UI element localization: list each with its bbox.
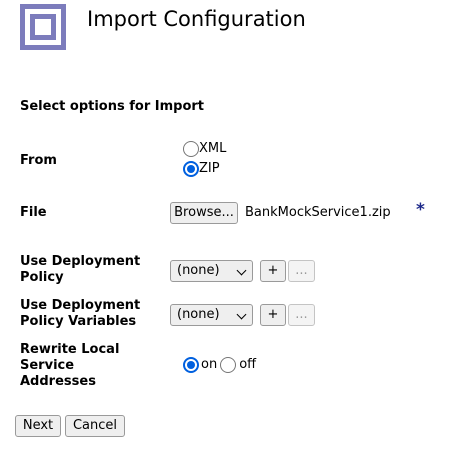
- deployment-policy-variables-more-button[interactable]: ...: [288, 304, 315, 326]
- deployment-policy-selected: (none): [177, 263, 220, 278]
- browse-button[interactable]: Browse...: [170, 202, 238, 224]
- deployment-policy-label: Use Deployment Policy: [20, 254, 141, 285]
- cancel-button[interactable]: Cancel: [65, 415, 125, 437]
- import-configuration-page: Import Configuration Select options for …: [0, 0, 454, 459]
- radio-on-label: on: [201, 357, 218, 372]
- from-option-zip[interactable]: ZIP: [183, 161, 220, 177]
- file-label: File: [20, 205, 47, 220]
- radio-zip[interactable]: [183, 161, 199, 177]
- radio-zip-label: ZIP: [199, 161, 220, 176]
- radio-xml-label: XML: [199, 141, 227, 156]
- chevron-down-icon: [236, 265, 247, 276]
- page-title: Import Configuration: [87, 7, 306, 31]
- add-deployment-policy-button[interactable]: +: [260, 260, 286, 282]
- chevron-down-icon: [236, 309, 247, 320]
- radio-on[interactable]: [183, 357, 199, 373]
- radio-off[interactable]: [220, 357, 237, 373]
- radio-xml[interactable]: [183, 141, 199, 157]
- deployment-policy-select[interactable]: (none): [170, 260, 253, 282]
- rewrite-local-label: Rewrite Local Service Addresses: [20, 342, 120, 389]
- next-button[interactable]: Next: [15, 415, 61, 437]
- from-label: From: [20, 153, 57, 168]
- rewrite-local-options: on off: [183, 357, 256, 373]
- radio-off-label: off: [239, 357, 257, 372]
- selected-file-name: BankMockService1.zip: [245, 205, 391, 220]
- deployment-policy-variables-select[interactable]: (none): [170, 304, 253, 326]
- deployment-policy-variables-selected: (none): [177, 307, 220, 322]
- section-heading: Select options for Import: [20, 99, 205, 114]
- deployment-policy-variables-label: Use Deployment Policy Variables: [20, 298, 141, 329]
- required-marker: *: [416, 200, 425, 220]
- add-deployment-policy-variables-button[interactable]: +: [260, 304, 286, 326]
- logo-icon: [20, 4, 66, 50]
- from-option-xml[interactable]: XML: [183, 141, 226, 157]
- deployment-policy-more-button[interactable]: ...: [288, 260, 315, 282]
